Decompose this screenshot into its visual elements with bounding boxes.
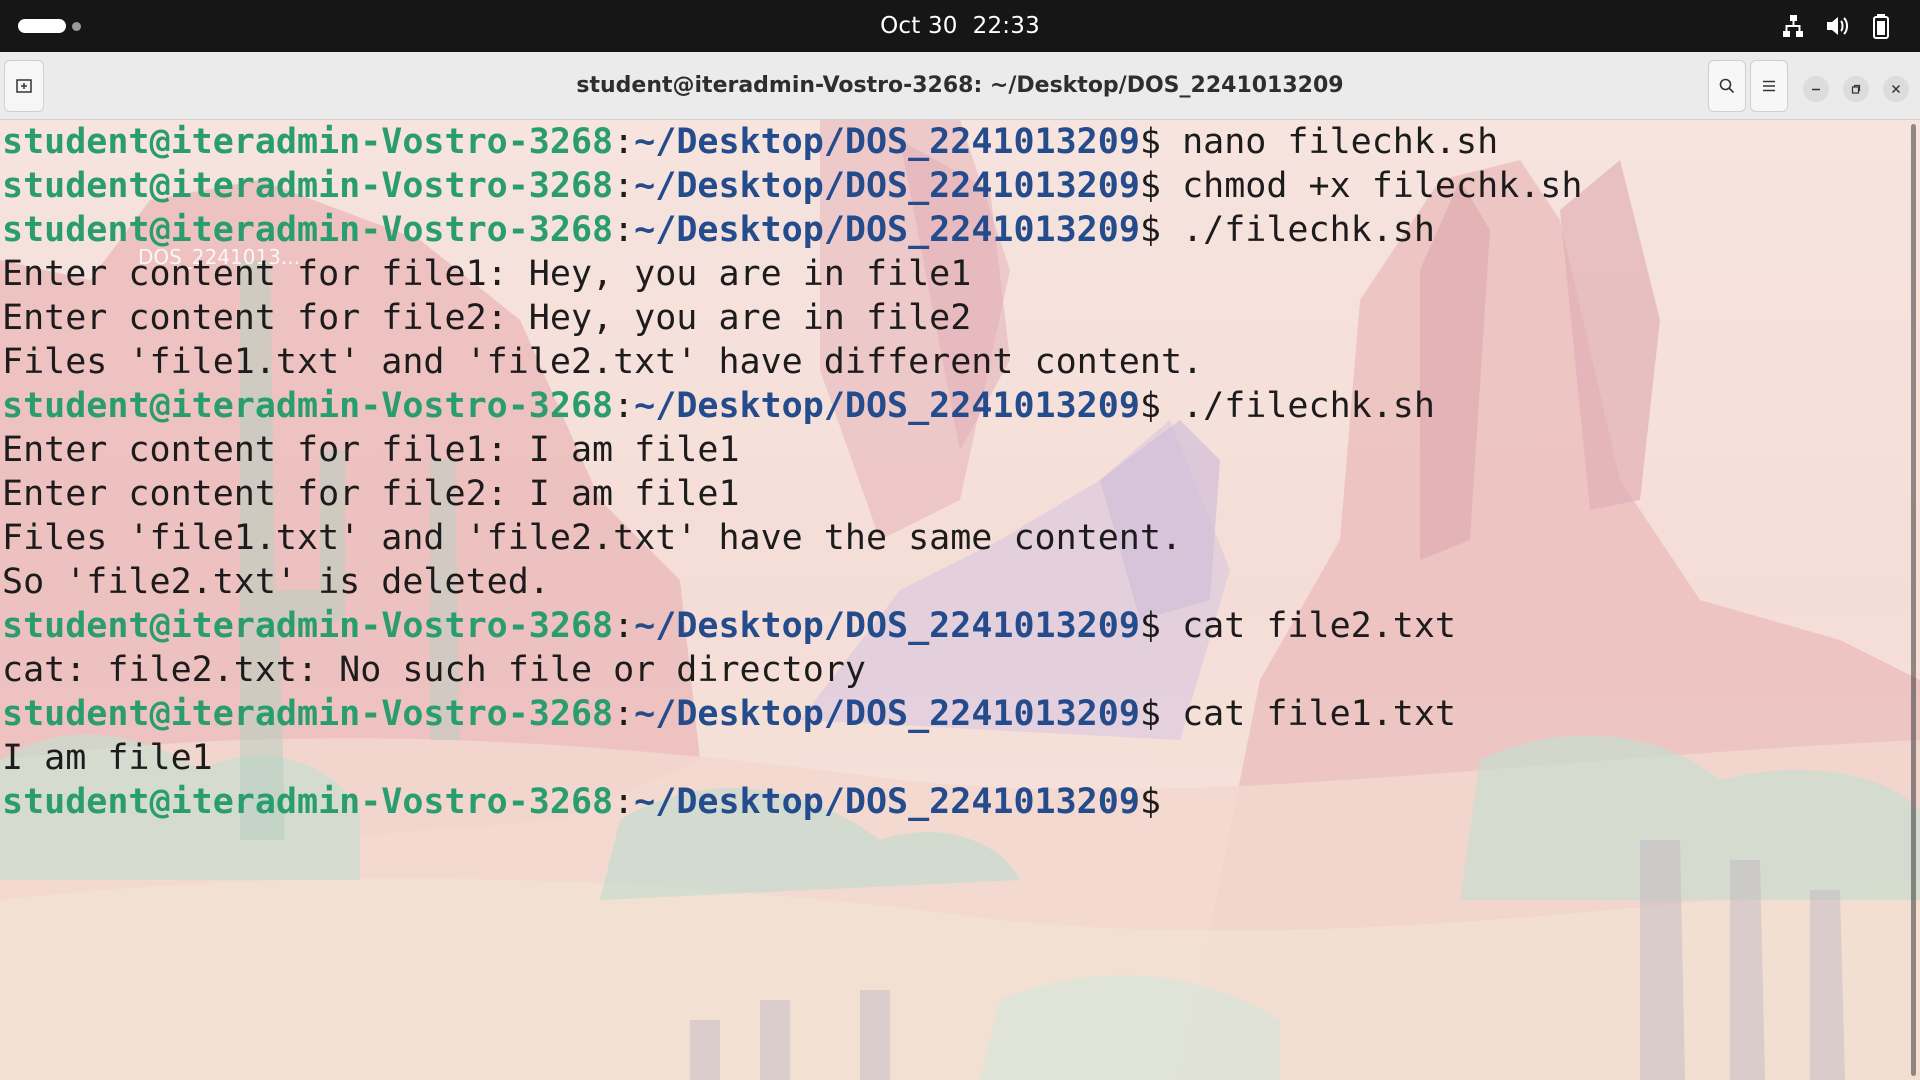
- terminal-command-line: student@iteradmin-Vostro-3268:~/Desktop/…: [2, 164, 1582, 208]
- terminal-output-line: Enter content for file2: I am file1: [2, 474, 740, 514]
- terminal-command-line: student@iteradmin-Vostro-3268:~/Desktop/…: [2, 120, 1582, 164]
- terminal-command-line: student@iteradmin-Vostro-3268:~/Desktop/…: [2, 384, 1582, 428]
- terminal-output-line: Files 'file1.txt' and 'file2.txt' have d…: [2, 342, 1204, 382]
- new-tab-icon: [16, 79, 32, 93]
- window-title: student@iteradmin-Vostro-3268: ~/Desktop…: [576, 73, 1344, 98]
- prompt-colon: :: [613, 606, 635, 646]
- terminal-command: cat file2.txt: [1182, 606, 1456, 646]
- prompt-symbol: $: [1139, 210, 1161, 250]
- clock-date: Oct 30: [880, 13, 958, 39]
- workspace-indicator-inactive: [72, 22, 81, 31]
- prompt-colon: :: [613, 122, 635, 162]
- prompt-path: ~/Desktop/DOS_2241013209: [634, 210, 1140, 250]
- prompt-user-host: student@iteradmin-Vostro-3268: [2, 386, 614, 426]
- workspace-indicator-active: [18, 19, 66, 33]
- close-button[interactable]: [1883, 76, 1909, 102]
- terminal-command: cat file1.txt: [1182, 694, 1456, 734]
- terminal-command-line: student@iteradmin-Vostro-3268:~/Desktop/…: [2, 208, 1582, 252]
- terminal-output-line: So 'file2.txt' is deleted.: [2, 562, 550, 602]
- top-bar: Oct 30 22:33: [0, 0, 1920, 52]
- terminal-command: ./filechk.sh: [1182, 210, 1435, 250]
- terminal-command: ./filechk.sh: [1182, 386, 1435, 426]
- terminal-output-line: Files 'file1.txt' and 'file2.txt' have t…: [2, 518, 1183, 558]
- window-header[interactable]: student@iteradmin-Vostro-3268: ~/Desktop…: [0, 52, 1920, 120]
- terminal-command: chmod +x filechk.sh: [1182, 166, 1583, 206]
- prompt-user-host: student@iteradmin-Vostro-3268: [2, 210, 614, 250]
- network-icon[interactable]: [1780, 13, 1806, 39]
- prompt-symbol: $: [1139, 166, 1161, 206]
- prompt-symbol: $: [1139, 122, 1161, 162]
- menu-button[interactable]: [1750, 60, 1788, 112]
- minimize-icon: [1812, 88, 1820, 91]
- prompt-colon: :: [613, 694, 635, 734]
- prompt-path: ~/Desktop/DOS_2241013209: [634, 782, 1140, 822]
- search-button[interactable]: [1708, 60, 1746, 112]
- clock: Oct 30 22:33: [0, 0, 1920, 52]
- prompt-colon: :: [613, 166, 635, 206]
- terminal-view[interactable]: DOS_2241013... student@iteradmin-Vostro-…: [0, 120, 1920, 1080]
- prompt-user-host: student@iteradmin-Vostro-3268: [2, 166, 614, 206]
- terminal-output-line: I am file1: [2, 738, 213, 778]
- hamburger-menu-icon: [1763, 80, 1775, 92]
- activities-icon[interactable]: [18, 19, 81, 33]
- prompt-user-host: student@iteradmin-Vostro-3268: [2, 606, 614, 646]
- maximize-button[interactable]: [1843, 76, 1869, 102]
- prompt-path: ~/Desktop/DOS_2241013209: [634, 386, 1140, 426]
- system-tray[interactable]: [1780, 13, 1894, 39]
- maximize-icon: [1851, 84, 1861, 94]
- minimize-button[interactable]: [1803, 76, 1829, 102]
- volume-icon[interactable]: [1824, 13, 1850, 39]
- prompt-user-host: student@iteradmin-Vostro-3268: [2, 122, 614, 162]
- prompt-colon: :: [613, 386, 635, 426]
- terminal-output-line: Enter content for file1: I am file1: [2, 430, 740, 470]
- terminal-command-line: student@iteradmin-Vostro-3268:~/Desktop/…: [2, 604, 1582, 648]
- scrollbar[interactable]: [1911, 124, 1916, 1076]
- terminal-command-line: student@iteradmin-Vostro-3268:~/Desktop/…: [2, 780, 1582, 824]
- terminal-output-line: Enter content for file1: Hey, you are in…: [2, 254, 972, 294]
- terminal-output-line: Enter content for file2: Hey, you are in…: [2, 298, 972, 338]
- new-tab-button[interactable]: [4, 60, 44, 112]
- prompt-user-host: student@iteradmin-Vostro-3268: [2, 782, 614, 822]
- prompt-colon: :: [613, 210, 635, 250]
- prompt-symbol: $: [1139, 694, 1161, 734]
- close-icon: [1891, 84, 1901, 94]
- prompt-user-host: student@iteradmin-Vostro-3268: [2, 694, 614, 734]
- prompt-path: ~/Desktop/DOS_2241013209: [634, 694, 1140, 734]
- battery-icon[interactable]: [1868, 13, 1894, 39]
- terminal-command-line: student@iteradmin-Vostro-3268:~/Desktop/…: [2, 692, 1582, 736]
- prompt-colon: :: [613, 782, 635, 822]
- prompt-symbol: $: [1139, 606, 1161, 646]
- terminal-output-line: cat: file2.txt: No such file or director…: [2, 650, 866, 690]
- search-icon: [1719, 78, 1735, 94]
- prompt-path: ~/Desktop/DOS_2241013209: [634, 122, 1140, 162]
- prompt-symbol: $: [1139, 386, 1161, 426]
- prompt-symbol: $: [1139, 782, 1161, 822]
- clock-button[interactable]: Oct 30 22:33: [880, 13, 1040, 39]
- prompt-path: ~/Desktop/DOS_2241013209: [634, 166, 1140, 206]
- prompt-path: ~/Desktop/DOS_2241013209: [634, 606, 1140, 646]
- clock-time: 22:33: [972, 13, 1040, 39]
- terminal-command: nano filechk.sh: [1182, 122, 1499, 162]
- terminal-output[interactable]: student@iteradmin-Vostro-3268:~/Desktop/…: [2, 120, 1582, 824]
